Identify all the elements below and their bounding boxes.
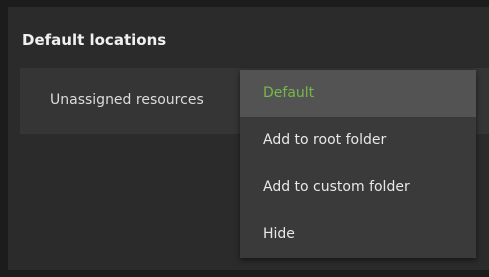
menu-item-hide[interactable]: Hide (240, 211, 476, 258)
section-title-default-locations: Default locations (22, 31, 167, 49)
menu-item-hide-label: Hide (263, 226, 295, 242)
unassigned-resources-label: Unassigned resources (50, 92, 204, 108)
menu-item-default[interactable]: Default (240, 70, 476, 117)
menu-item-add-to-custom-folder-label: Add to custom folder (263, 179, 410, 195)
menu-item-add-to-root-folder[interactable]: Add to root folder (240, 117, 476, 164)
menu-item-default-label: Default (263, 85, 315, 101)
menu-item-add-to-root-folder-label: Add to root folder (263, 132, 387, 148)
menu-item-add-to-custom-folder[interactable]: Add to custom folder (240, 164, 476, 211)
unassigned-resources-dropdown-menu: Default Add to root folder Add to custom… (240, 70, 476, 258)
